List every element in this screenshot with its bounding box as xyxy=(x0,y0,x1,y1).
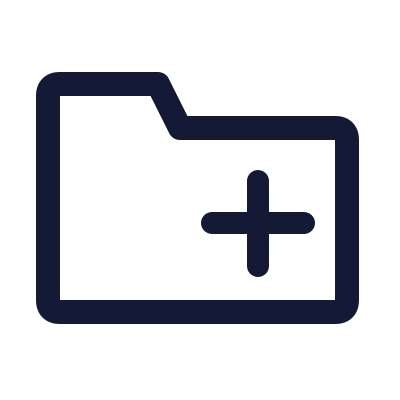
folder-outline xyxy=(36,72,359,324)
icon-canvas xyxy=(0,0,400,400)
folder-add-icon xyxy=(36,72,359,324)
